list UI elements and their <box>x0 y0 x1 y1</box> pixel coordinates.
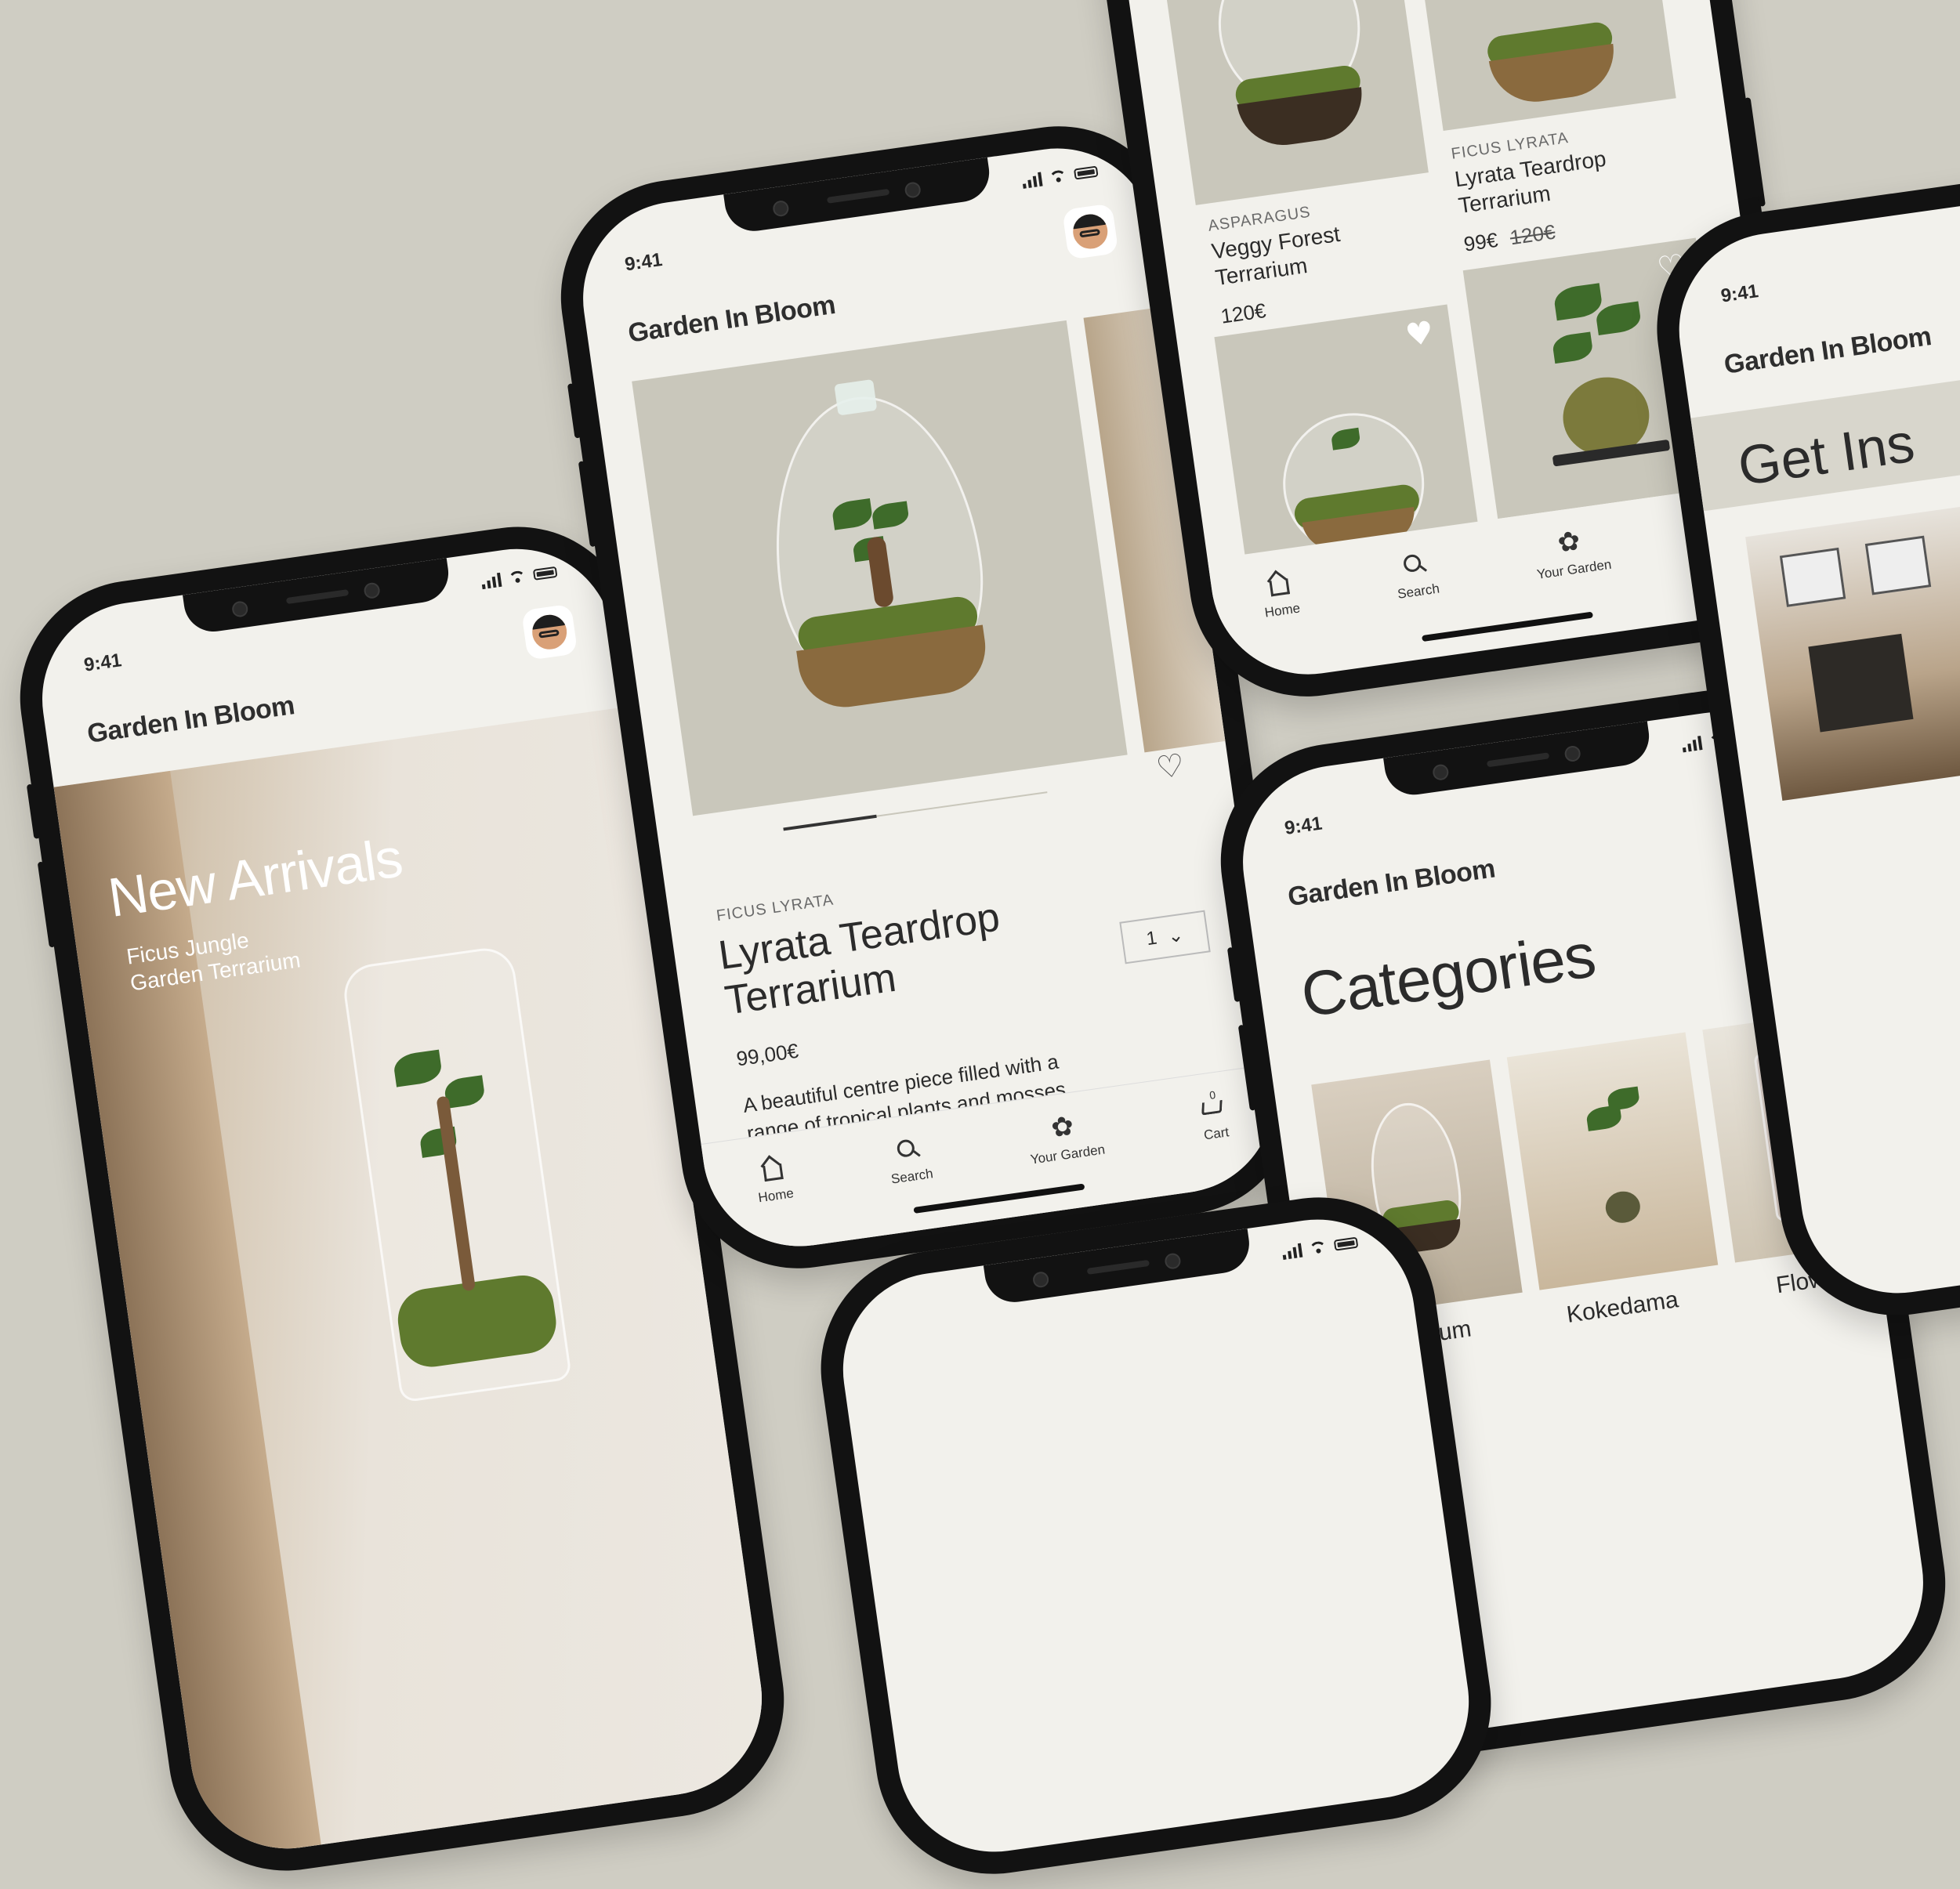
grid-image-2[interactable] <box>1412 0 1676 132</box>
tab-search[interactable]: Search <box>1392 548 1440 603</box>
tab-your-garden[interactable]: Your Garden <box>1531 524 1612 583</box>
product-image[interactable] <box>632 320 1128 816</box>
status-time: 9:41 <box>1719 280 1760 307</box>
cart-icon <box>1197 1091 1229 1124</box>
brand-title: Garden In Bloom <box>1722 321 1933 380</box>
wifi-icon <box>1049 169 1067 184</box>
quantity-select[interactable]: 1 ⌄ <box>1119 910 1211 964</box>
chevron-down-icon: ⌄ <box>1166 923 1185 948</box>
brand-title: Garden In Bloom <box>85 690 297 749</box>
search-icon <box>893 1134 925 1167</box>
signal-icon <box>1681 736 1703 753</box>
status-time: 9:41 <box>1283 812 1324 839</box>
grid-item2-old-price: 120€ <box>1508 219 1557 250</box>
inspiration-image[interactable] <box>1745 504 1960 802</box>
wifi-icon <box>508 570 527 584</box>
brand-title: Garden In Bloom <box>626 289 838 349</box>
battery-icon <box>1333 1236 1359 1251</box>
status-time: 9:41 <box>623 249 664 276</box>
brand-title: Garden In Bloom <box>1285 853 1498 913</box>
categories-title: Categories <box>1297 920 1600 1030</box>
flower-icon <box>1048 1113 1080 1145</box>
home-icon <box>756 1153 788 1185</box>
screen <box>830 1207 1482 1865</box>
avatar[interactable] <box>1062 203 1119 260</box>
grid-item2-price-value: 99€ <box>1462 227 1500 256</box>
quantity-value: 1 <box>1145 927 1159 950</box>
grid-item1-price: 120€ <box>1219 298 1268 328</box>
signal-icon <box>1021 172 1043 189</box>
signal-icon <box>1281 1243 1303 1260</box>
signal-icon <box>480 572 502 590</box>
avatar[interactable] <box>521 603 578 660</box>
home-icon <box>1263 569 1295 601</box>
favorite-icon[interactable]: ♡ <box>1154 747 1187 787</box>
category-label-kokedama[interactable]: Kokedama <box>1565 1286 1680 1329</box>
tab-search[interactable]: Search <box>886 1134 934 1188</box>
grid-item2-price: 99€ 120€ <box>1462 220 1556 257</box>
battery-icon <box>1073 165 1099 180</box>
category-image-kokedama[interactable] <box>1506 1032 1719 1290</box>
tab-home[interactable]: Home <box>1259 568 1302 621</box>
favorite-icon[interactable]: ♥ <box>1403 315 1436 355</box>
phone-partial-bottom <box>806 1182 1506 1889</box>
status-time: 9:41 <box>82 650 123 676</box>
tab-home[interactable]: Home <box>753 1153 795 1207</box>
grid-image-1[interactable] <box>1159 0 1429 205</box>
tab-your-garden[interactable]: Your Garden <box>1025 1109 1106 1168</box>
search-icon <box>1399 549 1431 581</box>
product-price: 99,00€ <box>734 1038 800 1071</box>
tab-cart[interactable]: Cart <box>1197 1091 1231 1143</box>
battery-icon <box>532 566 558 581</box>
flower-icon <box>1555 527 1587 559</box>
wifi-icon <box>1309 1240 1328 1255</box>
